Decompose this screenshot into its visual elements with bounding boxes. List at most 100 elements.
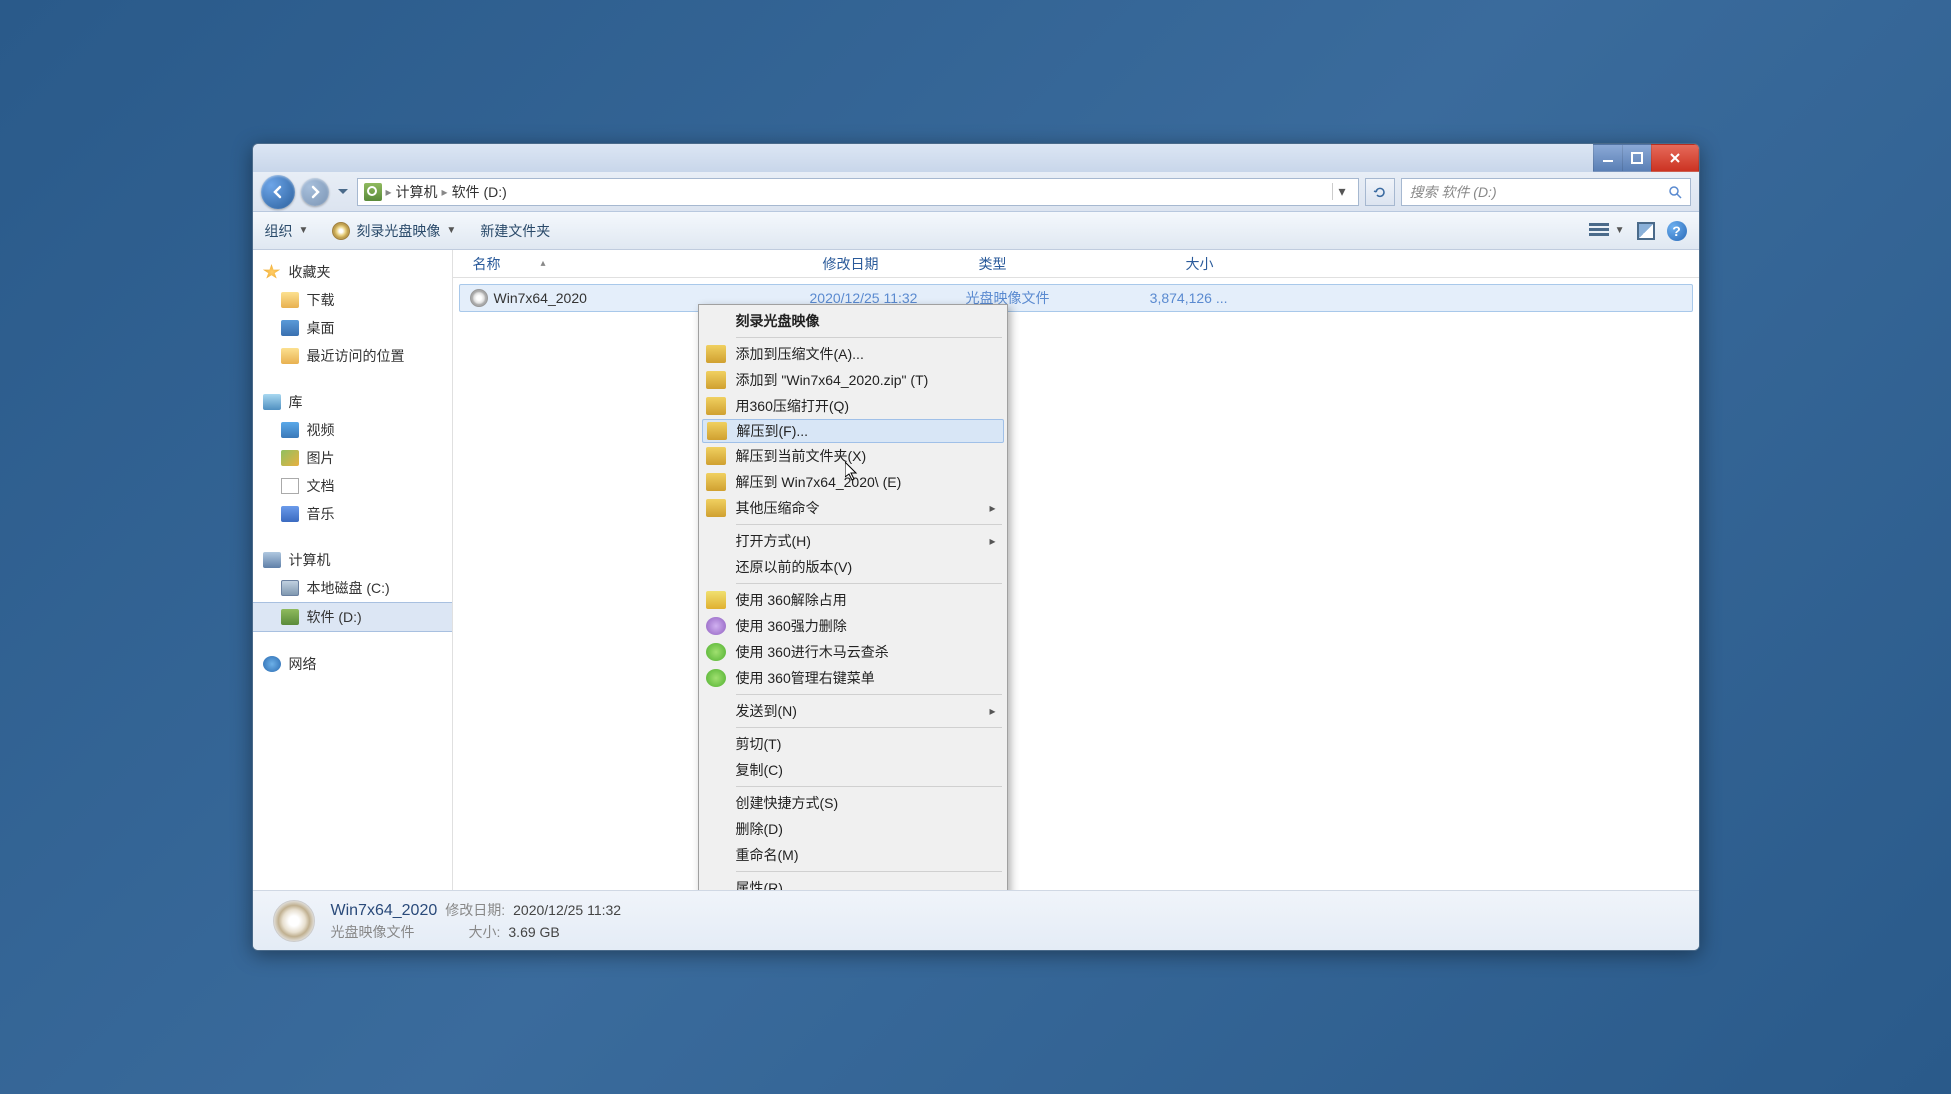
drive-icon <box>281 580 299 596</box>
menu-delete[interactable]: 删除(D) <box>702 816 1004 842</box>
menu-add-to-zip[interactable]: 添加到 "Win7x64_2020.zip" (T) <box>702 367 1004 393</box>
star-icon <box>263 264 281 280</box>
file-row[interactable]: Win7x64_2020 2020/12/25 11:32 光盘映像文件 3,8… <box>459 284 1693 312</box>
menu-open-360zip[interactable]: 用360压缩打开(Q) <box>702 393 1004 419</box>
folder-icon <box>281 292 299 308</box>
menu-360-context[interactable]: 使用 360管理右键菜单 <box>702 665 1004 691</box>
burn-disc-button[interactable]: 刻录光盘映像▼ <box>332 221 456 241</box>
breadcrumb-current[interactable]: 软件 (D:) <box>452 182 507 202</box>
file-size: 3,874,126 ... <box>1122 290 1228 306</box>
column-name[interactable]: 名称▴ <box>453 250 803 277</box>
menu-rename[interactable]: 重命名(M) <box>702 842 1004 868</box>
menu-extract-to[interactable]: 解压到(F)... <box>702 419 1004 443</box>
column-size[interactable]: 大小 <box>1115 250 1235 277</box>
title-bar <box>253 144 1699 172</box>
forward-button[interactable] <box>301 178 329 206</box>
main-area: 收藏夹 下载 桌面 最近访问的位置 库 视频 图片 文档 音乐 计算机 <box>253 250 1699 890</box>
list-view-icon <box>1589 223 1609 239</box>
sidebar-item-music[interactable]: 音乐 <box>253 500 452 528</box>
music-icon <box>281 506 299 522</box>
refresh-button[interactable] <box>1365 178 1395 206</box>
minimize-button[interactable] <box>1593 144 1623 172</box>
close-button[interactable] <box>1651 144 1699 172</box>
favorites-heading[interactable]: 收藏夹 <box>253 258 452 286</box>
menu-extract-named[interactable]: 解压到 Win7x64_2020\ (E) <box>702 469 1004 495</box>
details-pane: Win7x64_2020 修改日期: 2020/12/25 11:32 光盘映像… <box>253 890 1699 950</box>
status-file-name: Win7x64_2020 <box>331 902 438 920</box>
sidebar-item-recent[interactable]: 最近访问的位置 <box>253 342 452 370</box>
archive-icon <box>707 422 727 440</box>
iso-file-icon <box>470 289 488 307</box>
menu-cut[interactable]: 剪切(T) <box>702 731 1004 757</box>
maximize-button[interactable] <box>1622 144 1652 172</box>
history-dropdown[interactable] <box>335 183 351 201</box>
sidebar-item-desktop[interactable]: 桌面 <box>253 314 452 342</box>
menu-extract-here[interactable]: 解压到当前文件夹(X) <box>702 443 1004 469</box>
sidebar-item-videos[interactable]: 视频 <box>253 416 452 444</box>
status-file-type: 光盘映像文件 <box>331 922 415 942</box>
status-date-val: 2020/12/25 11:32 <box>513 902 621 918</box>
preview-pane-button[interactable] <box>1637 222 1655 240</box>
menu-create-shortcut[interactable]: 创建快捷方式(S) <box>702 790 1004 816</box>
menu-360-trojan-scan[interactable]: 使用 360进行木马云查杀 <box>702 639 1004 665</box>
menu-icon <box>706 669 726 687</box>
column-headers: 名称▴ 修改日期 类型 大小 <box>453 250 1699 278</box>
desktop-icon <box>281 320 299 336</box>
back-button[interactable] <box>261 175 295 209</box>
nav-bar: ▸ 计算机 ▸ 软件 (D:) ▾ 搜索 软件 (D:) <box>253 172 1699 212</box>
sidebar-item-drive-c[interactable]: 本地磁盘 (C:) <box>253 574 452 602</box>
menu-open-with[interactable]: 打开方式(H) <box>702 528 1004 554</box>
content-pane: 名称▴ 修改日期 类型 大小 Win7x64_2020 2020/12/25 1… <box>453 250 1699 890</box>
column-type[interactable]: 类型 <box>959 250 1115 277</box>
sidebar-item-downloads[interactable]: 下载 <box>253 286 452 314</box>
sidebar-item-pictures[interactable]: 图片 <box>253 444 452 472</box>
search-icon <box>1668 185 1682 199</box>
unlock-icon <box>706 591 726 609</box>
picture-icon <box>281 450 299 466</box>
separator-icon: ▸ <box>442 185 448 199</box>
computer-heading[interactable]: 计算机 <box>253 546 452 574</box>
menu-copy[interactable]: 复制(C) <box>702 757 1004 783</box>
disc-icon <box>332 222 350 240</box>
menu-separator <box>736 694 1002 695</box>
menu-properties[interactable]: 属性(R) <box>702 875 1004 890</box>
sort-indicator-icon: ▴ <box>541 258 546 269</box>
address-dropdown[interactable]: ▾ <box>1332 183 1352 200</box>
menu-send-to[interactable]: 发送到(N) <box>702 698 1004 724</box>
recent-icon <box>281 348 299 364</box>
menu-360-unlock[interactable]: 使用 360解除占用 <box>702 587 1004 613</box>
column-date[interactable]: 修改日期 <box>803 250 959 277</box>
libraries-heading[interactable]: 库 <box>253 388 452 416</box>
view-options-button[interactable]: ▼ <box>1589 223 1625 239</box>
sidebar-item-documents[interactable]: 文档 <box>253 472 452 500</box>
menu-separator <box>736 524 1002 525</box>
scan-icon <box>706 643 726 661</box>
search-input[interactable]: 搜索 软件 (D:) <box>1401 178 1691 206</box>
separator-icon: ▸ <box>386 185 392 199</box>
context-menu: 刻录光盘映像 添加到压缩文件(A)... 添加到 "Win7x64_2020.z… <box>698 304 1008 890</box>
network-heading[interactable]: 网络 <box>253 650 452 678</box>
new-folder-button[interactable]: 新建文件夹 <box>480 221 550 241</box>
menu-360-force-delete[interactable]: 使用 360强力删除 <box>702 613 1004 639</box>
command-bar: 组织▼ 刻录光盘映像▼ 新建文件夹 ▼ ? <box>253 212 1699 250</box>
explorer-window: ▸ 计算机 ▸ 软件 (D:) ▾ 搜索 软件 (D:) 组织▼ 刻录光盘映像▼… <box>252 143 1700 951</box>
menu-other-zip[interactable]: 其他压缩命令 <box>702 495 1004 521</box>
status-date-key: 修改日期: <box>445 900 505 920</box>
navigation-pane: 收藏夹 下载 桌面 最近访问的位置 库 视频 图片 文档 音乐 计算机 <box>253 250 453 890</box>
archive-icon <box>706 499 726 517</box>
breadcrumb-computer[interactable]: 计算机 <box>396 182 438 202</box>
archive-icon <box>706 345 726 363</box>
document-icon <box>281 478 299 494</box>
menu-restore-previous[interactable]: 还原以前的版本(V) <box>702 554 1004 580</box>
status-size-val: 3.69 GB <box>508 924 559 940</box>
menu-burn-disc[interactable]: 刻录光盘映像 <box>702 308 1004 334</box>
menu-separator <box>736 337 1002 338</box>
menu-add-to-archive[interactable]: 添加到压缩文件(A)... <box>702 341 1004 367</box>
drive-icon <box>281 609 299 625</box>
library-icon <box>263 394 281 410</box>
organize-button[interactable]: 组织▼ <box>265 221 309 241</box>
help-button[interactable]: ? <box>1667 221 1687 241</box>
sidebar-item-drive-d[interactable]: 软件 (D:) <box>253 602 452 632</box>
menu-separator <box>736 727 1002 728</box>
address-bar[interactable]: ▸ 计算机 ▸ 软件 (D:) ▾ <box>357 178 1359 206</box>
